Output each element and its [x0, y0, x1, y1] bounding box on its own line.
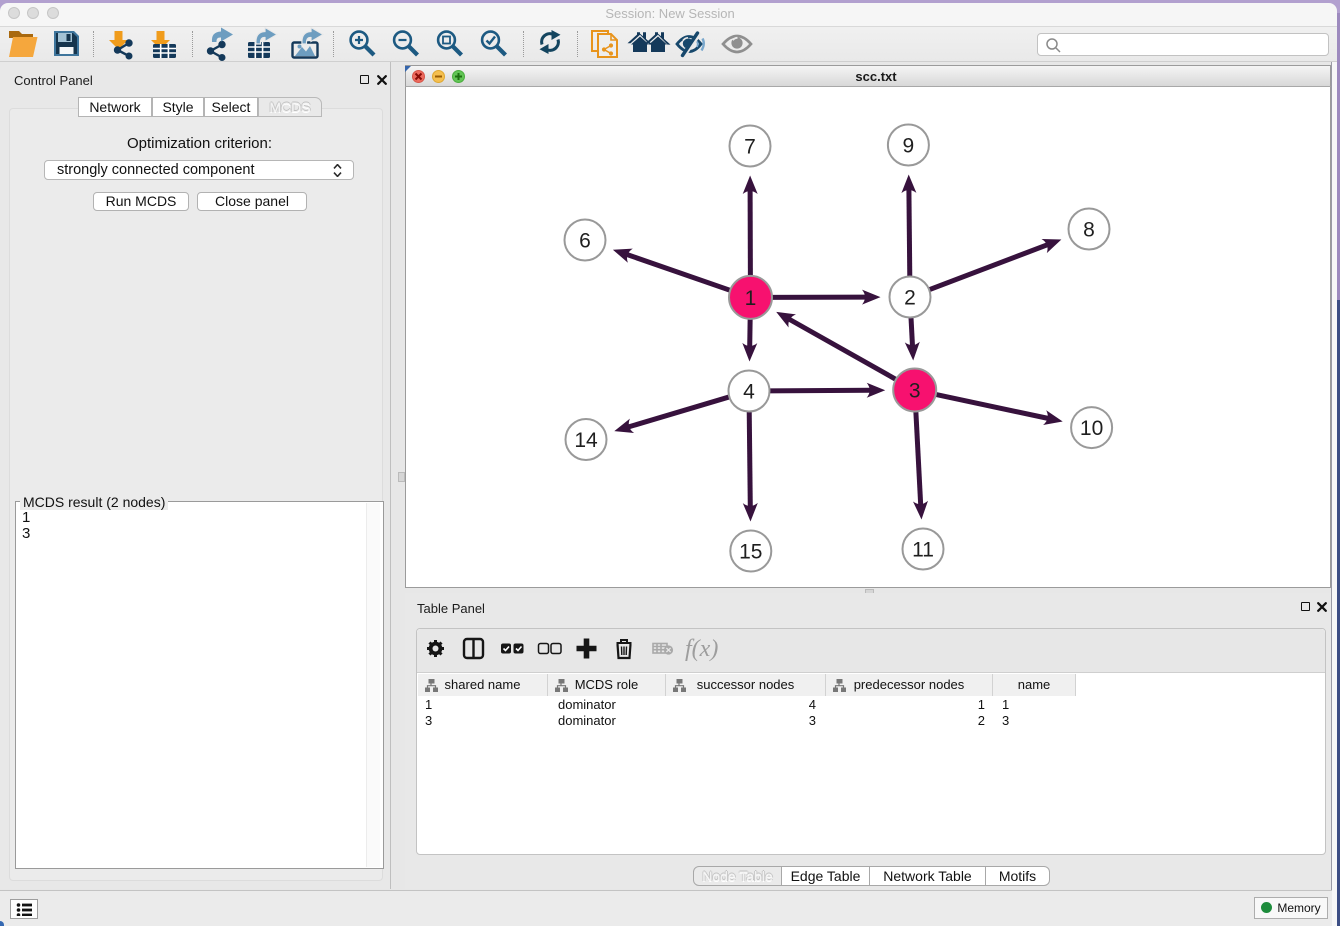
svg-text:4: 4: [743, 381, 755, 404]
svg-text:2: 2: [904, 287, 916, 310]
svg-text:9: 9: [903, 135, 915, 158]
svg-text:15: 15: [739, 541, 762, 564]
svg-text:1: 1: [745, 287, 757, 310]
svg-text:8: 8: [1083, 219, 1095, 242]
svg-text:10: 10: [1080, 417, 1103, 440]
svg-text:14: 14: [574, 429, 598, 452]
svg-text:7: 7: [744, 136, 756, 159]
svg-text:6: 6: [579, 230, 591, 253]
svg-text:3: 3: [909, 380, 921, 403]
svg-text:f(x): f(x): [685, 636, 718, 662]
svg-text:11: 11: [912, 539, 934, 562]
